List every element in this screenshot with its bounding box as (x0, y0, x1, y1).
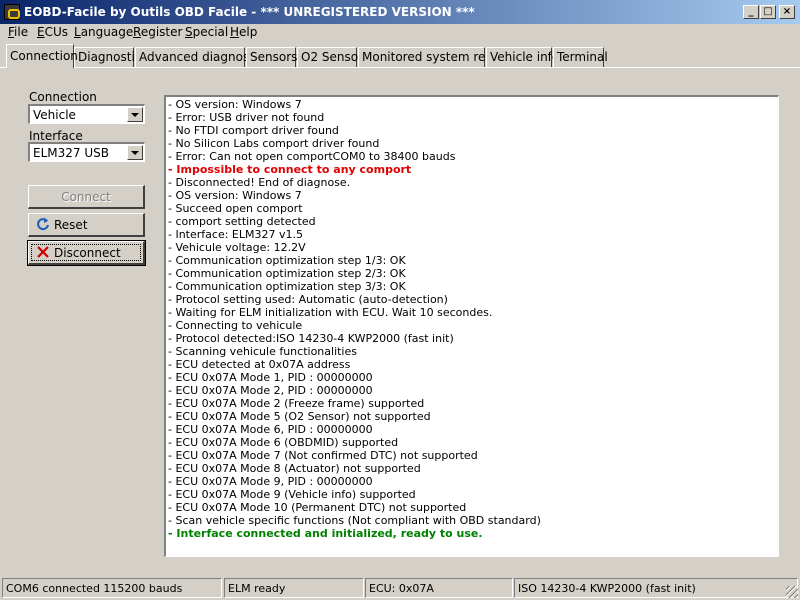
menu-special-accel: S (185, 25, 193, 39)
status-ecu: ECU: 0x07A (365, 578, 513, 598)
menu-bar: File ECUs Language Register Special Help (0, 24, 800, 42)
log-line: - ECU detected at 0x07A address (168, 358, 351, 371)
tab-strip: Connection Diagnostic Advanced diagnosti… (0, 44, 800, 68)
disconnect-button[interactable]: Disconnect (27, 240, 146, 266)
log-line: - ECU 0x07A Mode 5 (O2 Sensor) not suppo… (168, 410, 431, 423)
x-icon (37, 246, 49, 258)
window-title: EOBD-Facile by Outils OBD Facile - *** U… (24, 5, 475, 19)
close-button[interactable]: × (779, 5, 795, 19)
connect-button[interactable]: Connect (28, 185, 145, 209)
log-line: - Scanning vehicule functionalities (168, 345, 357, 358)
menu-language-accel: L (74, 25, 81, 39)
log-line: - ECU 0x07A Mode 7 (Not confirmed DTC) n… (168, 449, 478, 462)
tab-connection[interactable]: Connection (6, 44, 78, 68)
disconnect-button-label: Disconnect (54, 246, 121, 260)
log-line: - Impossible to connect to any comport (168, 163, 412, 176)
menu-ecus[interactable]: ECUs (37, 25, 68, 39)
title-bar: EOBD-Facile by Outils OBD Facile - *** U… (0, 0, 800, 24)
status-elm-text: ELM ready (228, 582, 286, 595)
log-line: - Vehicule voltage: 12.2V (168, 241, 306, 254)
log-line: - Protocol setting used: Automatic (auto… (168, 293, 448, 306)
connection-label: Connection (29, 90, 97, 104)
menu-help[interactable]: Help (230, 25, 257, 39)
log-line: - No FTDI comport driver found (168, 124, 339, 137)
tab-sensors[interactable]: Sensors (246, 47, 297, 67)
log-line: - ECU 0x07A Mode 1, PID : 00000000 (168, 371, 373, 384)
menu-help-accel: H (230, 25, 240, 39)
log-line: - Succeed open comport (168, 202, 303, 215)
log-line: - ECU 0x07A Mode 6, PID : 00000000 (168, 423, 373, 436)
refresh-icon (37, 218, 49, 231)
log-line: - ECU 0x07A Mode 6 (OBDMID) supported (168, 436, 399, 449)
menu-file-label: ile (14, 25, 29, 39)
log-line: - Scan vehicle specific functions (Not c… (168, 514, 541, 527)
status-protocol-text: ISO 14230-4 KWP2000 (fast init) (518, 582, 696, 595)
log-line: - Communication optimization step 3/3: O… (168, 280, 406, 293)
resize-grip-icon[interactable] (786, 586, 798, 598)
log-line: - Error: USB driver not found (168, 111, 325, 124)
log-line: - comport setting detected (168, 215, 316, 228)
menu-language[interactable]: Language (74, 25, 133, 39)
log-line: - ECU 0x07A Mode 2, PID : 00000000 (168, 384, 373, 397)
connection-select[interactable]: Vehicle (28, 104, 145, 124)
tab-panel-border (0, 67, 800, 68)
status-port-text: COM6 connected 115200 bauds (6, 582, 183, 595)
menu-ecus-accel: E (37, 25, 45, 39)
tab-advanced-diagnostic[interactable]: Advanced diagnostic (135, 47, 264, 67)
log-line: - ECU 0x07A Mode 8 (Actuator) not suppor… (168, 462, 421, 475)
menu-ecus-label: CUs (44, 25, 69, 39)
log-line: - Communication optimization step 1/3: O… (168, 254, 406, 267)
app-icon (4, 4, 20, 20)
chevron-down-icon[interactable] (127, 145, 143, 160)
menu-register[interactable]: Register (133, 25, 182, 39)
menu-register-accel: R (133, 25, 141, 39)
chevron-down-icon[interactable] (127, 107, 143, 122)
menu-help-label: elp (239, 25, 258, 39)
log-output[interactable]: - OS version: Windows 7- Error: USB driv… (164, 95, 779, 557)
status-elm: ELM ready (224, 578, 364, 598)
log-line: - Connecting to vehicule (168, 319, 303, 332)
reset-button-label: Reset (54, 218, 88, 232)
log-line: - ECU 0x07A Mode 9, PID : 00000000 (168, 475, 373, 488)
menu-language-label: anguage (80, 25, 134, 39)
log-line: - ECU 0x07A Mode 2 (Freeze frame) suppor… (168, 397, 425, 410)
minimize-button[interactable]: _ (743, 5, 759, 19)
log-line: - OS version: Windows 7 (168, 189, 302, 202)
menu-file[interactable]: File (8, 25, 28, 39)
maximize-button[interactable]: □ (760, 5, 776, 19)
status-ecu-text: ECU: 0x07A (369, 582, 434, 595)
menu-special[interactable]: Special (185, 25, 228, 39)
status-port: COM6 connected 115200 bauds (2, 578, 222, 598)
status-bar: COM6 connected 115200 bauds ELM ready EC… (0, 576, 800, 600)
log-line: - No Silicon Labs comport driver found (168, 137, 380, 150)
log-line: - Waiting for ELM initialization with EC… (168, 306, 493, 319)
log-line: - OS version: Windows 7 (168, 98, 302, 111)
log-line: - Disconnected! End of diagnose. (168, 176, 351, 189)
log-line: - Error: Can not open comportCOM0 to 384… (168, 150, 456, 163)
tab-diagnostic[interactable]: Diagnostic (74, 47, 141, 67)
log-line: - Communication optimization step 2/3: O… (168, 267, 406, 280)
menu-register-label: egister (140, 25, 183, 39)
connect-button-label: Connect (61, 190, 111, 204)
tab-vehicle-info[interactable]: Vehicle info (486, 47, 559, 67)
tab-monitored-system-results[interactable]: Monitored system results (358, 47, 514, 67)
status-protocol: ISO 14230-4 KWP2000 (fast init) (514, 578, 798, 598)
tab-o2-sensor[interactable]: O2 Sensor (297, 47, 363, 67)
log-line: - Interface connected and initialized, r… (168, 527, 483, 540)
log-line: - Protocol detected:ISO 14230-4 KWP2000 … (168, 332, 454, 345)
log-line: - ECU 0x07A Mode 10 (Permanent DTC) not … (168, 501, 467, 514)
reset-button[interactable]: Reset (28, 213, 145, 237)
menu-special-label: pecial (192, 25, 229, 39)
log-line: - Interface: ELM327 v1.5 (168, 228, 303, 241)
log-line: - ECU 0x07A Mode 9 (Vehicle info) suppor… (168, 488, 416, 501)
interface-label: Interface (29, 129, 83, 143)
interface-select-value: ELM327 USB (33, 146, 109, 160)
interface-select[interactable]: ELM327 USB (28, 142, 145, 162)
tab-terminal[interactable]: Terminal (553, 47, 608, 67)
connection-select-value: Vehicle (33, 108, 76, 122)
